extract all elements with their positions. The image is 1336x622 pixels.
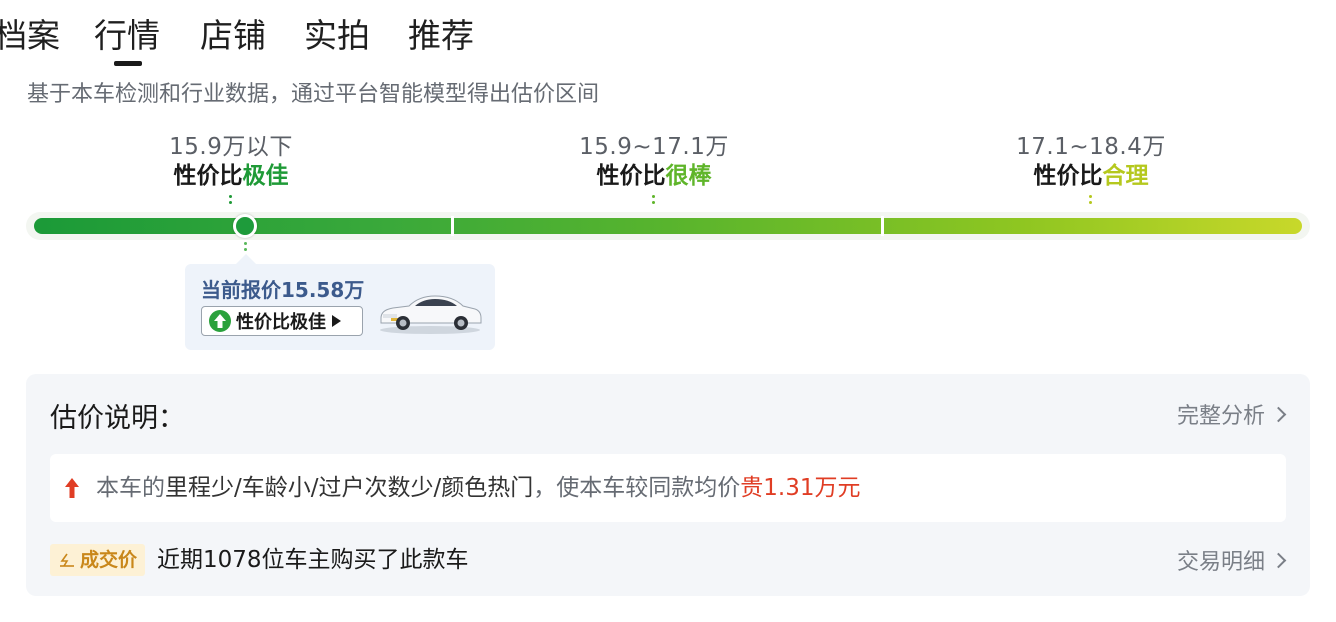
tab-photos[interactable]: 实拍 — [304, 14, 370, 58]
price-bar-divider — [451, 216, 454, 236]
explanation-title: 估价说明： — [50, 403, 185, 434]
reason-middle: ，使本车较同款均价 — [533, 475, 741, 501]
range-dots — [1089, 193, 1093, 207]
arrow-up-icon — [65, 478, 79, 498]
quote-card-pointer — [236, 254, 256, 264]
tab-archive[interactable]: 档案 — [0, 14, 60, 58]
tab-market[interactable]: 行情 — [94, 14, 160, 58]
tab-store[interactable]: 店铺 — [200, 14, 266, 58]
current-quote-card[interactable]: 当前报价15.58万 性价比极佳 — [185, 264, 495, 350]
value-rating-label: 性价比极佳 — [236, 312, 326, 333]
reason-prefix: 本车的 — [96, 475, 165, 501]
price-range-excellent: 15.9万以下 性价比极佳 — [81, 133, 381, 207]
rating-prefix: 性价比 — [596, 163, 666, 189]
valuation-explanation-panel: 估价说明： 完整分析 本车的里程少/车龄小/过户次数少/颜色热门，使本车较同款均… — [26, 374, 1310, 596]
valuation-subtitle: 基于本车检测和行业数据，通过平台智能模型得出估价区间 — [27, 82, 600, 107]
car-image — [380, 295, 482, 334]
price-reason-text: 本车的里程少/车龄小/过户次数少/颜色热门，使本车较同款均价贵1.31万元 — [96, 471, 860, 505]
recent-buyers-text: 近期1078位车主购买了此款车 — [157, 547, 469, 573]
active-tab-indicator — [114, 61, 142, 66]
chevron-right-icon — [1270, 406, 1287, 422]
marker-dots — [244, 240, 248, 254]
deal-tag-icon — [60, 553, 74, 567]
deal-price-tag: 成交价 — [50, 544, 146, 576]
tab-recommend[interactable]: 推荐 — [408, 14, 474, 58]
range-rating: 性价比极佳 — [81, 161, 381, 191]
rating-level: 极佳 — [242, 163, 289, 189]
rating-prefix: 性价比 — [173, 163, 243, 189]
value-rating-button[interactable]: 性价比极佳 — [201, 306, 363, 336]
range-price: 15.9~17.1万 — [579, 134, 729, 160]
play-arrow-icon — [332, 315, 341, 327]
current-quote-price: 当前报价15.58万 — [201, 278, 365, 302]
price-range-great: 15.9~17.1万 性价比很棒 — [504, 133, 804, 207]
transaction-details-label: 交易明细 — [1176, 550, 1265, 575]
range-rating: 性价比合理 — [941, 161, 1241, 191]
rating-level: 很棒 — [665, 163, 712, 189]
deal-tag-label: 成交价 — [80, 549, 138, 571]
rating-prefix: 性价比 — [1033, 163, 1103, 189]
range-price: 17.1~18.4万 — [1016, 134, 1166, 160]
rating-level: 合理 — [1102, 163, 1149, 189]
price-bar — [34, 218, 1302, 234]
full-analysis-link[interactable]: 完整分析 — [1176, 398, 1287, 430]
current-price-marker — [233, 214, 257, 238]
range-rating: 性价比很棒 — [504, 161, 804, 191]
range-price: 15.9万以下 — [169, 134, 293, 160]
price-bar-divider — [881, 216, 884, 236]
price-range-reasonable: 17.1~18.4万 性价比合理 — [941, 133, 1241, 207]
price-reason-box: 本车的里程少/车龄小/过户次数少/颜色热门，使本车较同款均价贵1.31万元 — [50, 454, 1286, 522]
chevron-right-icon — [1270, 552, 1287, 568]
full-analysis-label: 完整分析 — [1176, 404, 1265, 429]
reason-factors: 里程少/车龄小/过户次数少/颜色热门 — [165, 475, 534, 501]
range-dots — [652, 193, 656, 207]
arrow-up-circle-icon — [209, 310, 231, 332]
range-dots — [229, 193, 233, 207]
transaction-details-link[interactable]: 交易明细 — [1176, 544, 1287, 576]
reason-price-diff: 贵1.31万元 — [740, 475, 861, 501]
